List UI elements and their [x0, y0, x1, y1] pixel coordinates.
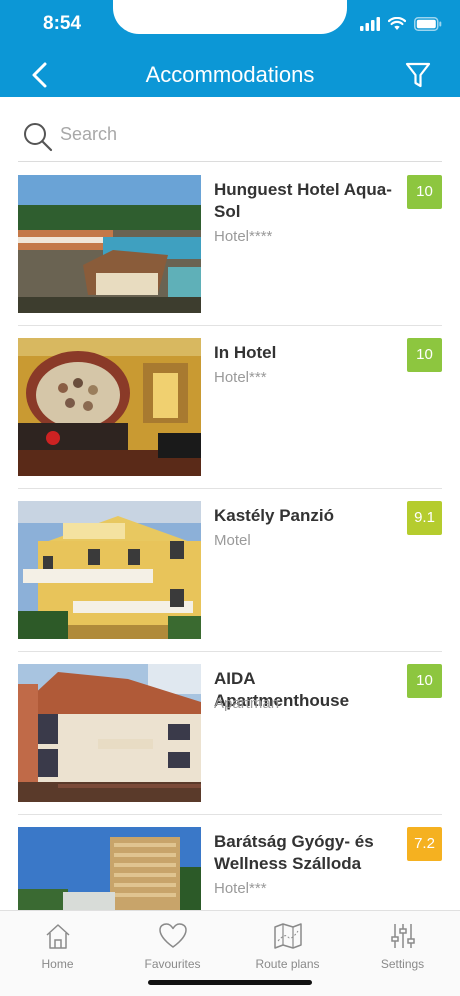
- search-bar: [18, 110, 442, 162]
- accommodation-name: Barátság Gyógy- és Wellness Szálloda: [214, 832, 374, 873]
- page-title: Accommodations: [145, 62, 315, 87]
- accommodation-photo: [18, 664, 201, 802]
- rating-badge: 10: [407, 175, 442, 209]
- accommodation-type: Motel: [214, 532, 251, 549]
- rating-badge: 9.1: [407, 501, 442, 535]
- accommodation-row[interactable]: AIDA Apartmenthouse Apartman 10: [18, 652, 442, 815]
- status-icons: [360, 17, 442, 31]
- wifi-icon: [388, 17, 406, 30]
- app-header: 8:54 Accommodations: [0, 0, 460, 97]
- accommodation-photo: [18, 175, 201, 313]
- device-notch: [113, 0, 347, 34]
- accommodation-name: Hunguest Hotel Aqua-Sol: [214, 180, 392, 221]
- tab-home[interactable]: Home: [0, 921, 115, 971]
- rating-badge: 10: [407, 664, 442, 698]
- tab-settings[interactable]: Settings: [345, 921, 460, 971]
- home-indicator: [148, 980, 312, 985]
- accommodation-row[interactable]: Kastély Panzió Motel 9.1: [18, 489, 442, 652]
- accommodation-name: Kastély Panzió: [214, 506, 334, 525]
- map-icon: [273, 923, 302, 949]
- filter-button[interactable]: [405, 61, 431, 89]
- accommodation-list: Hunguest Hotel Aqua-Sol Hotel**** 10 In …: [18, 163, 442, 978]
- status-time: 8:54: [43, 13, 82, 34]
- search-icon: [24, 123, 53, 152]
- sliders-icon: [390, 924, 415, 948]
- tab-label: Favourites: [144, 957, 201, 971]
- accommodation-type: Hotel***: [214, 369, 267, 386]
- signal-icon: [360, 17, 380, 31]
- accommodation-type: Hotel***: [214, 880, 267, 897]
- tab-favourites[interactable]: Favourites: [115, 921, 230, 971]
- accommodation-name: In Hotel: [214, 343, 277, 362]
- home-icon: [45, 924, 70, 949]
- heart-icon: [158, 923, 187, 948]
- accommodation-row[interactable]: Hunguest Hotel Aqua-Sol Hotel**** 10: [18, 163, 442, 326]
- accommodation-photo: [18, 501, 201, 639]
- search-input[interactable]: [60, 124, 420, 145]
- battery-icon: [414, 17, 442, 31]
- tab-label: Route plans: [255, 957, 320, 971]
- accommodation-photo: [18, 338, 201, 476]
- tab-route-plans[interactable]: Route plans: [230, 921, 345, 971]
- accommodation-type: Hotel****: [214, 228, 273, 245]
- tab-label: Settings: [380, 957, 425, 971]
- accommodation-row[interactable]: In Hotel Hotel*** 10: [18, 326, 442, 489]
- rating-badge: 7.2: [407, 827, 442, 861]
- tab-label: Home: [41, 957, 74, 971]
- accommodation-type: Apartman: [214, 695, 280, 712]
- rating-badge: 10: [407, 338, 442, 372]
